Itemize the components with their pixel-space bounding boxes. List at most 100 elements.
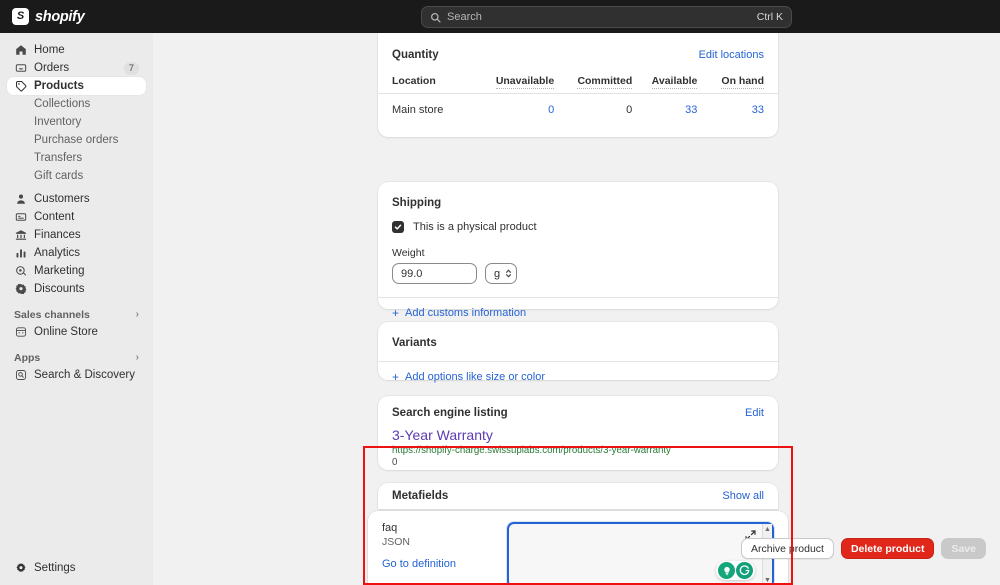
sidebar-item-online-store[interactable]: Online Store xyxy=(7,323,146,341)
sidebar-subitem-purchase-orders-label: Purchase orders xyxy=(34,134,119,146)
physical-product-row[interactable]: This is a physical product xyxy=(392,221,764,233)
sidebar-section-apps[interactable]: Apps › xyxy=(7,349,146,366)
sidebar-item-home[interactable]: Home xyxy=(7,41,146,59)
seo-preview-description: 0 xyxy=(392,457,398,468)
sidebar-subitem-gift-cards[interactable]: Gift cards xyxy=(7,167,146,185)
sidebar-subitem-inventory-label: Inventory xyxy=(34,116,82,128)
row-available[interactable]: 33 xyxy=(632,93,698,126)
analytics-icon xyxy=(14,247,27,260)
product-action-buttons: Archive product Delete product Save xyxy=(741,538,986,559)
table-row: Main store 0 0 33 33 xyxy=(378,93,778,126)
sidebar-item-content-label: Content xyxy=(34,211,75,223)
content-icon xyxy=(14,211,27,224)
chevron-right-icon: › xyxy=(135,352,139,363)
column-location: Location xyxy=(392,75,436,87)
gear-icon xyxy=(14,562,27,575)
online-store-icon xyxy=(14,326,27,339)
archive-product-button[interactable]: Archive product xyxy=(741,538,834,559)
quantity-card-header: Quantity Edit locations xyxy=(378,33,778,69)
column-committed: Committed xyxy=(554,69,633,94)
plus-icon: + xyxy=(392,370,400,384)
sidebar-item-settings-label: Settings xyxy=(34,562,76,574)
brand-name: shopify xyxy=(35,8,85,25)
metafield-type: JSON xyxy=(382,536,411,548)
search-input[interactable] xyxy=(447,11,757,23)
add-options-link[interactable]: Add options like size or color xyxy=(405,371,545,383)
row-unavailable[interactable]: 0 xyxy=(471,93,555,126)
sidebar-subitem-purchase-orders[interactable]: Purchase orders xyxy=(7,131,146,149)
sidebar-item-content[interactable]: Content xyxy=(7,208,146,226)
delete-product-button[interactable]: Delete product xyxy=(840,538,935,559)
grammarly-logo-icon[interactable] xyxy=(736,562,753,579)
main-content: Quantity Edit locations Location Unavail… xyxy=(153,33,1000,585)
json-input-box[interactable]: ▲ ▼ xyxy=(507,522,774,585)
metafield-info: faq JSON Go to definition xyxy=(382,522,507,585)
variants-title: Variants xyxy=(392,337,437,349)
column-on-hand: On hand xyxy=(697,69,778,94)
go-to-definition-link[interactable]: Go to definition xyxy=(382,558,456,570)
sidebar-item-analytics-label: Analytics xyxy=(34,247,81,259)
sidebar-item-discounts[interactable]: Discounts xyxy=(7,280,146,298)
sidebar-item-customers[interactable]: Customers xyxy=(7,190,146,208)
sidebar-subitem-collections[interactable]: Collections xyxy=(7,95,146,113)
shopify-logo[interactable]: S shopify xyxy=(12,8,142,25)
sidebar-item-discounts-label: Discounts xyxy=(34,283,85,295)
sidebar-item-orders-label: Orders xyxy=(34,62,70,74)
quantity-table: Location Unavailable Committed Available… xyxy=(378,69,778,126)
column-available-label: Available xyxy=(651,75,698,89)
sidebar-item-customers-label: Customers xyxy=(34,193,90,205)
sidebar-subitem-transfers[interactable]: Transfers xyxy=(7,149,146,167)
metafields-show-all-link[interactable]: Show all xyxy=(722,490,764,502)
weight-field-row: g xyxy=(392,263,764,284)
finances-icon xyxy=(14,229,27,242)
physical-product-label: This is a physical product xyxy=(413,221,537,233)
products-icon xyxy=(14,80,27,93)
sidebar-item-settings[interactable]: Settings xyxy=(7,559,146,577)
discounts-icon xyxy=(14,283,27,296)
sidebar-subitem-inventory[interactable]: Inventory xyxy=(7,113,146,131)
shopify-bag-icon: S xyxy=(12,8,29,25)
sidebar-item-search-and-discovery[interactable]: Search & Discovery xyxy=(7,366,146,384)
quantity-table-header-row: Location Unavailable Committed Available… xyxy=(378,69,778,94)
save-button: Save xyxy=(941,538,986,559)
variants-card: Variants + Add options like size or colo… xyxy=(378,322,778,383)
sidebar-item-finances[interactable]: Finances xyxy=(7,226,146,244)
sidebar-item-marketing-label: Marketing xyxy=(34,265,85,277)
sidebar-item-search-and-discovery-label: Search & Discovery xyxy=(34,369,135,381)
seo-card-header: Search engine listing Edit xyxy=(392,407,764,419)
edit-locations-link[interactable]: Edit locations xyxy=(699,49,764,61)
chevron-updown-icon xyxy=(505,268,512,279)
sidebar-item-marketing[interactable]: Marketing xyxy=(7,262,146,280)
column-unavailable: Unavailable xyxy=(471,69,555,94)
writing-assistant-widget[interactable] xyxy=(716,561,755,580)
sidebar-subitem-collections-label: Collections xyxy=(34,98,91,110)
plus-icon: + xyxy=(392,306,400,320)
sidebar-section-sales-channels[interactable]: Sales channels › xyxy=(7,306,146,323)
scroll-down-arrow-icon[interactable]: ▼ xyxy=(764,577,771,584)
orders-count-badge: 7 xyxy=(123,61,139,75)
row-committed: 0 xyxy=(554,93,633,126)
metafields-card-header: Metafields Show all xyxy=(378,483,778,509)
seo-preview-title[interactable]: 3-Year Warranty xyxy=(392,427,764,443)
add-options-row[interactable]: + Add options like size or color xyxy=(378,361,778,392)
scroll-up-arrow-icon[interactable]: ▲ xyxy=(764,526,771,533)
metafield-editor: ▲ ▼ Format JSON Clear xyxy=(507,522,774,585)
row-location: Main store xyxy=(378,93,472,126)
weight-input[interactable] xyxy=(392,263,477,284)
row-on-hand[interactable]: 33 xyxy=(697,93,778,126)
chevron-right-icon: › xyxy=(135,309,139,320)
metafield-row: faq JSON Go to definition ▲ ▼ xyxy=(368,511,788,585)
sidebar-item-analytics[interactable]: Analytics xyxy=(7,244,146,262)
home-icon xyxy=(14,44,27,57)
add-customs-information-link[interactable]: Add customs information xyxy=(405,307,526,319)
lightbulb-icon[interactable] xyxy=(718,562,735,579)
marketing-icon xyxy=(14,265,27,278)
weight-unit-select[interactable]: g xyxy=(485,263,518,284)
column-committed-label: Committed xyxy=(577,75,633,89)
global-search-bar[interactable]: Ctrl K xyxy=(421,6,792,28)
physical-product-checkbox[interactable] xyxy=(392,221,404,233)
seo-edit-link[interactable]: Edit xyxy=(745,407,764,419)
sidebar-subitem-transfers-label: Transfers xyxy=(34,152,83,164)
sidebar-item-orders[interactable]: Orders 7 xyxy=(7,59,146,77)
sidebar-item-products[interactable]: Products xyxy=(7,77,146,95)
